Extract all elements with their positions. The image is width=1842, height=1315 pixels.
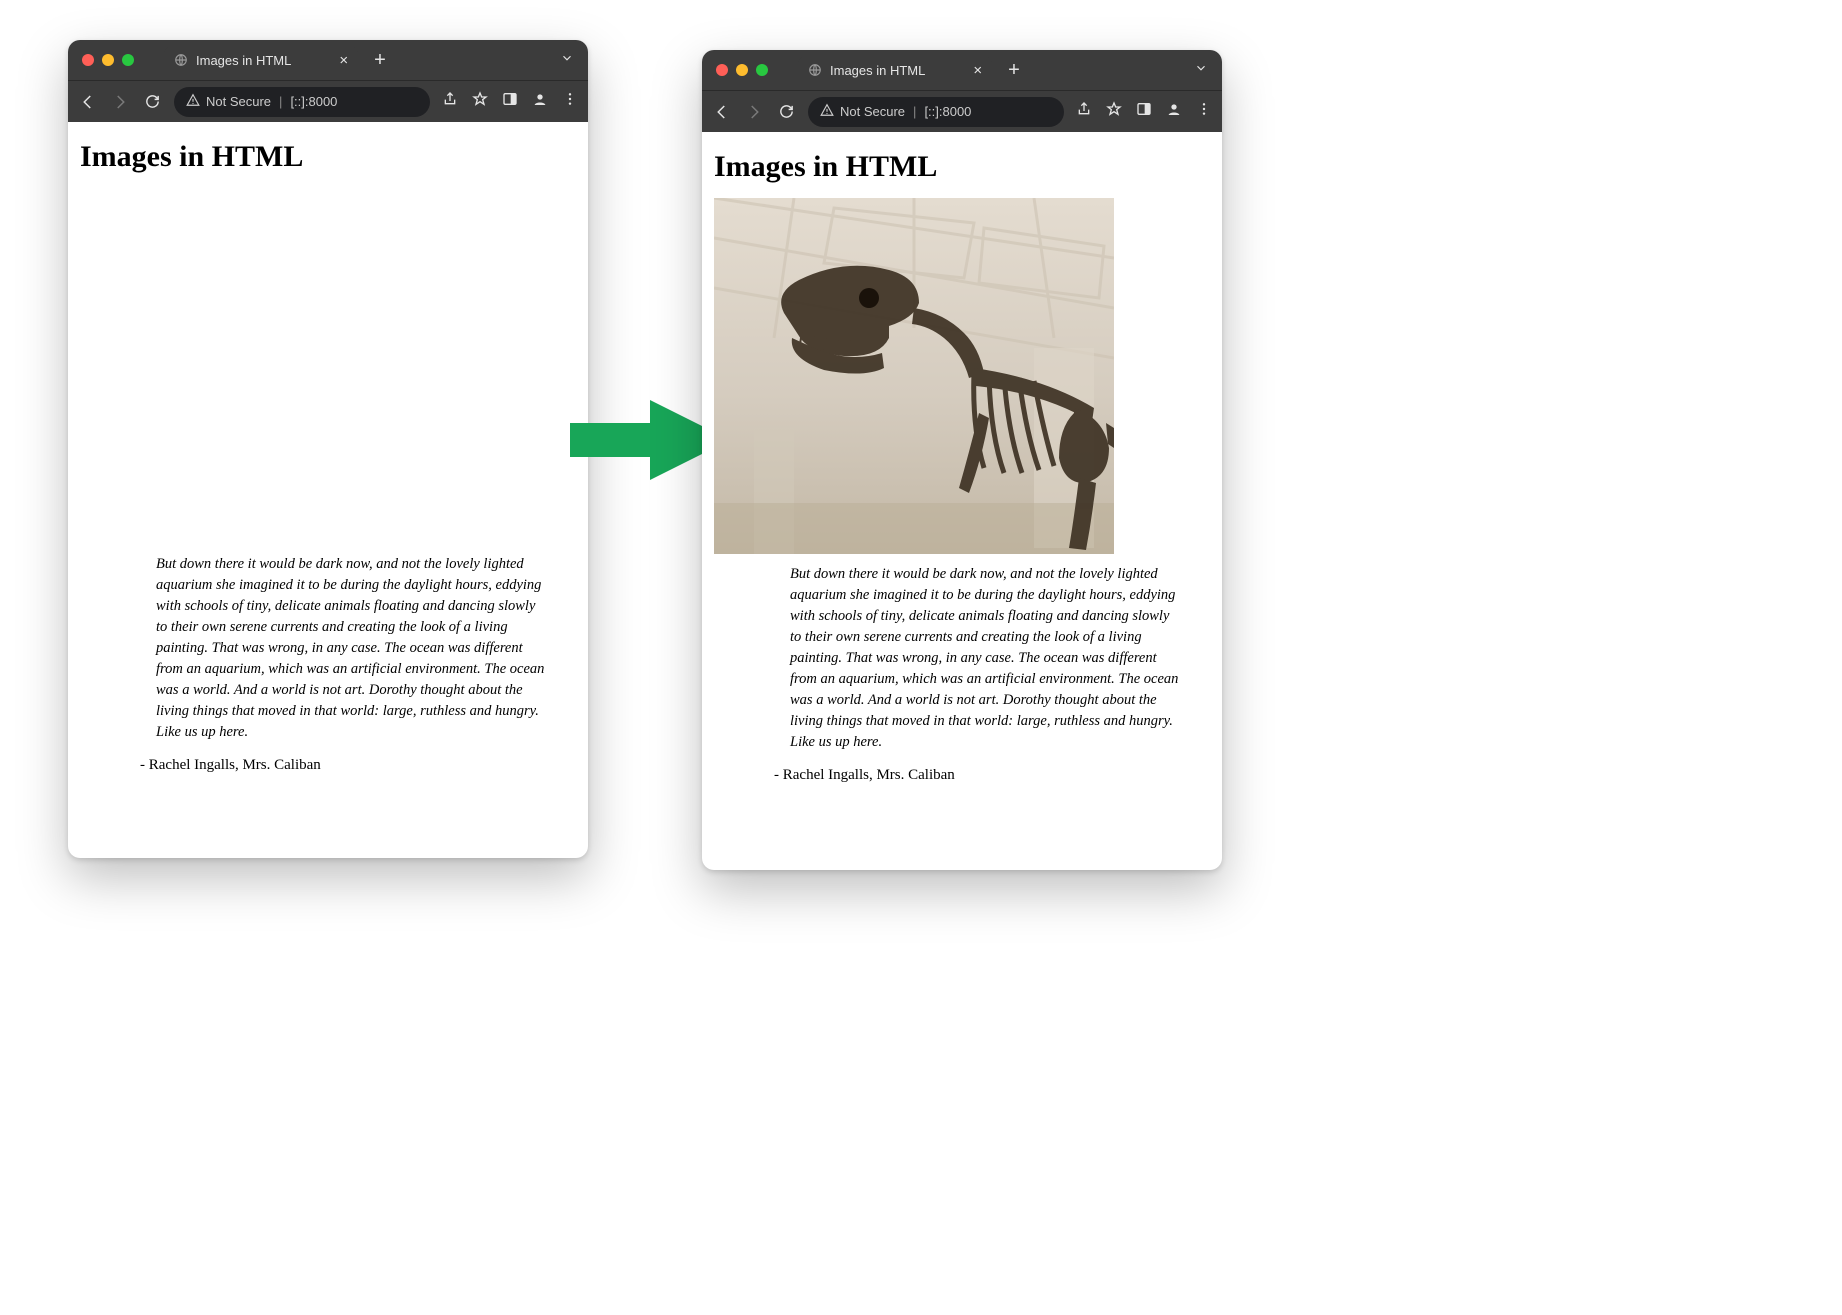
quote-attribution: - Rachel Ingalls, Mrs. Caliban <box>714 767 1210 784</box>
url-bar[interactable]: Not Secure | [::]:8000 <box>808 97 1064 127</box>
back-button[interactable] <box>712 103 732 121</box>
window-titlebar: Images in HTML × + <box>68 40 588 80</box>
tab-close-button[interactable]: × <box>973 62 982 79</box>
maximize-window-button[interactable] <box>756 64 768 76</box>
bookmark-star-icon[interactable] <box>1106 101 1122 122</box>
unloaded-image-placeholder <box>80 188 480 544</box>
url-security-label: Not Secure <box>206 94 271 109</box>
forward-button[interactable] <box>744 103 764 121</box>
reload-button[interactable] <box>776 103 796 120</box>
share-icon[interactable] <box>1076 101 1092 122</box>
url-security-label: Not Secure <box>840 104 905 119</box>
browser-toolbar: Not Secure | [::]:8000 <box>68 80 588 122</box>
globe-icon <box>808 63 822 77</box>
forward-button[interactable] <box>110 93 130 111</box>
profile-icon[interactable] <box>532 91 548 112</box>
browser-tab[interactable]: Images in HTML × <box>798 56 992 85</box>
tab-title: Images in HTML <box>196 53 291 68</box>
tab-title: Images in HTML <box>830 63 925 78</box>
browser-tab[interactable]: Images in HTML × <box>164 46 358 75</box>
page-content: Images in HTML But down there it would b… <box>68 122 588 792</box>
new-tab-button[interactable]: + <box>1008 59 1020 82</box>
side-panel-icon[interactable] <box>1136 101 1152 122</box>
minimize-window-button[interactable] <box>736 64 748 76</box>
quote-text: But down there it would be dark now, and… <box>80 554 576 743</box>
bookmark-star-icon[interactable] <box>472 91 488 112</box>
kebab-menu-icon[interactable] <box>562 91 578 112</box>
tablist-chevron-icon[interactable] <box>560 51 574 70</box>
traffic-lights <box>716 64 768 76</box>
close-window-button[interactable] <box>716 64 728 76</box>
url-text: [::]:8000 <box>924 104 971 119</box>
minimize-window-button[interactable] <box>102 54 114 66</box>
reload-button[interactable] <box>142 93 162 110</box>
browser-toolbar: Not Secure | [::]:8000 <box>702 90 1222 132</box>
traffic-lights <box>82 54 134 66</box>
url-text: [::]:8000 <box>290 94 337 109</box>
browser-window-before: Images in HTML × + Not Secure | [::]:800… <box>68 40 588 858</box>
back-button[interactable] <box>78 93 98 111</box>
browser-window-after: Images in HTML × + Not Secure | [::]:800… <box>702 50 1222 870</box>
share-icon[interactable] <box>442 91 458 112</box>
quote-attribution: - Rachel Ingalls, Mrs. Caliban <box>80 757 576 774</box>
tab-close-button[interactable]: × <box>339 52 348 69</box>
page-content: Images in HTML <box>702 132 1222 802</box>
not-secure-icon <box>186 93 200 110</box>
side-panel-icon[interactable] <box>502 91 518 112</box>
tablist-chevron-icon[interactable] <box>1194 61 1208 80</box>
kebab-menu-icon[interactable] <box>1196 101 1212 122</box>
close-window-button[interactable] <box>82 54 94 66</box>
page-title: Images in HTML <box>80 140 576 174</box>
globe-icon <box>174 53 188 67</box>
page-title: Images in HTML <box>714 150 1210 184</box>
dinosaur-image <box>714 198 1114 554</box>
not-secure-icon <box>820 103 834 120</box>
url-bar[interactable]: Not Secure | [::]:8000 <box>174 87 430 117</box>
quote-text: But down there it would be dark now, and… <box>714 564 1210 753</box>
new-tab-button[interactable]: + <box>374 49 386 72</box>
profile-icon[interactable] <box>1166 101 1182 122</box>
maximize-window-button[interactable] <box>122 54 134 66</box>
window-titlebar: Images in HTML × + <box>702 50 1222 90</box>
